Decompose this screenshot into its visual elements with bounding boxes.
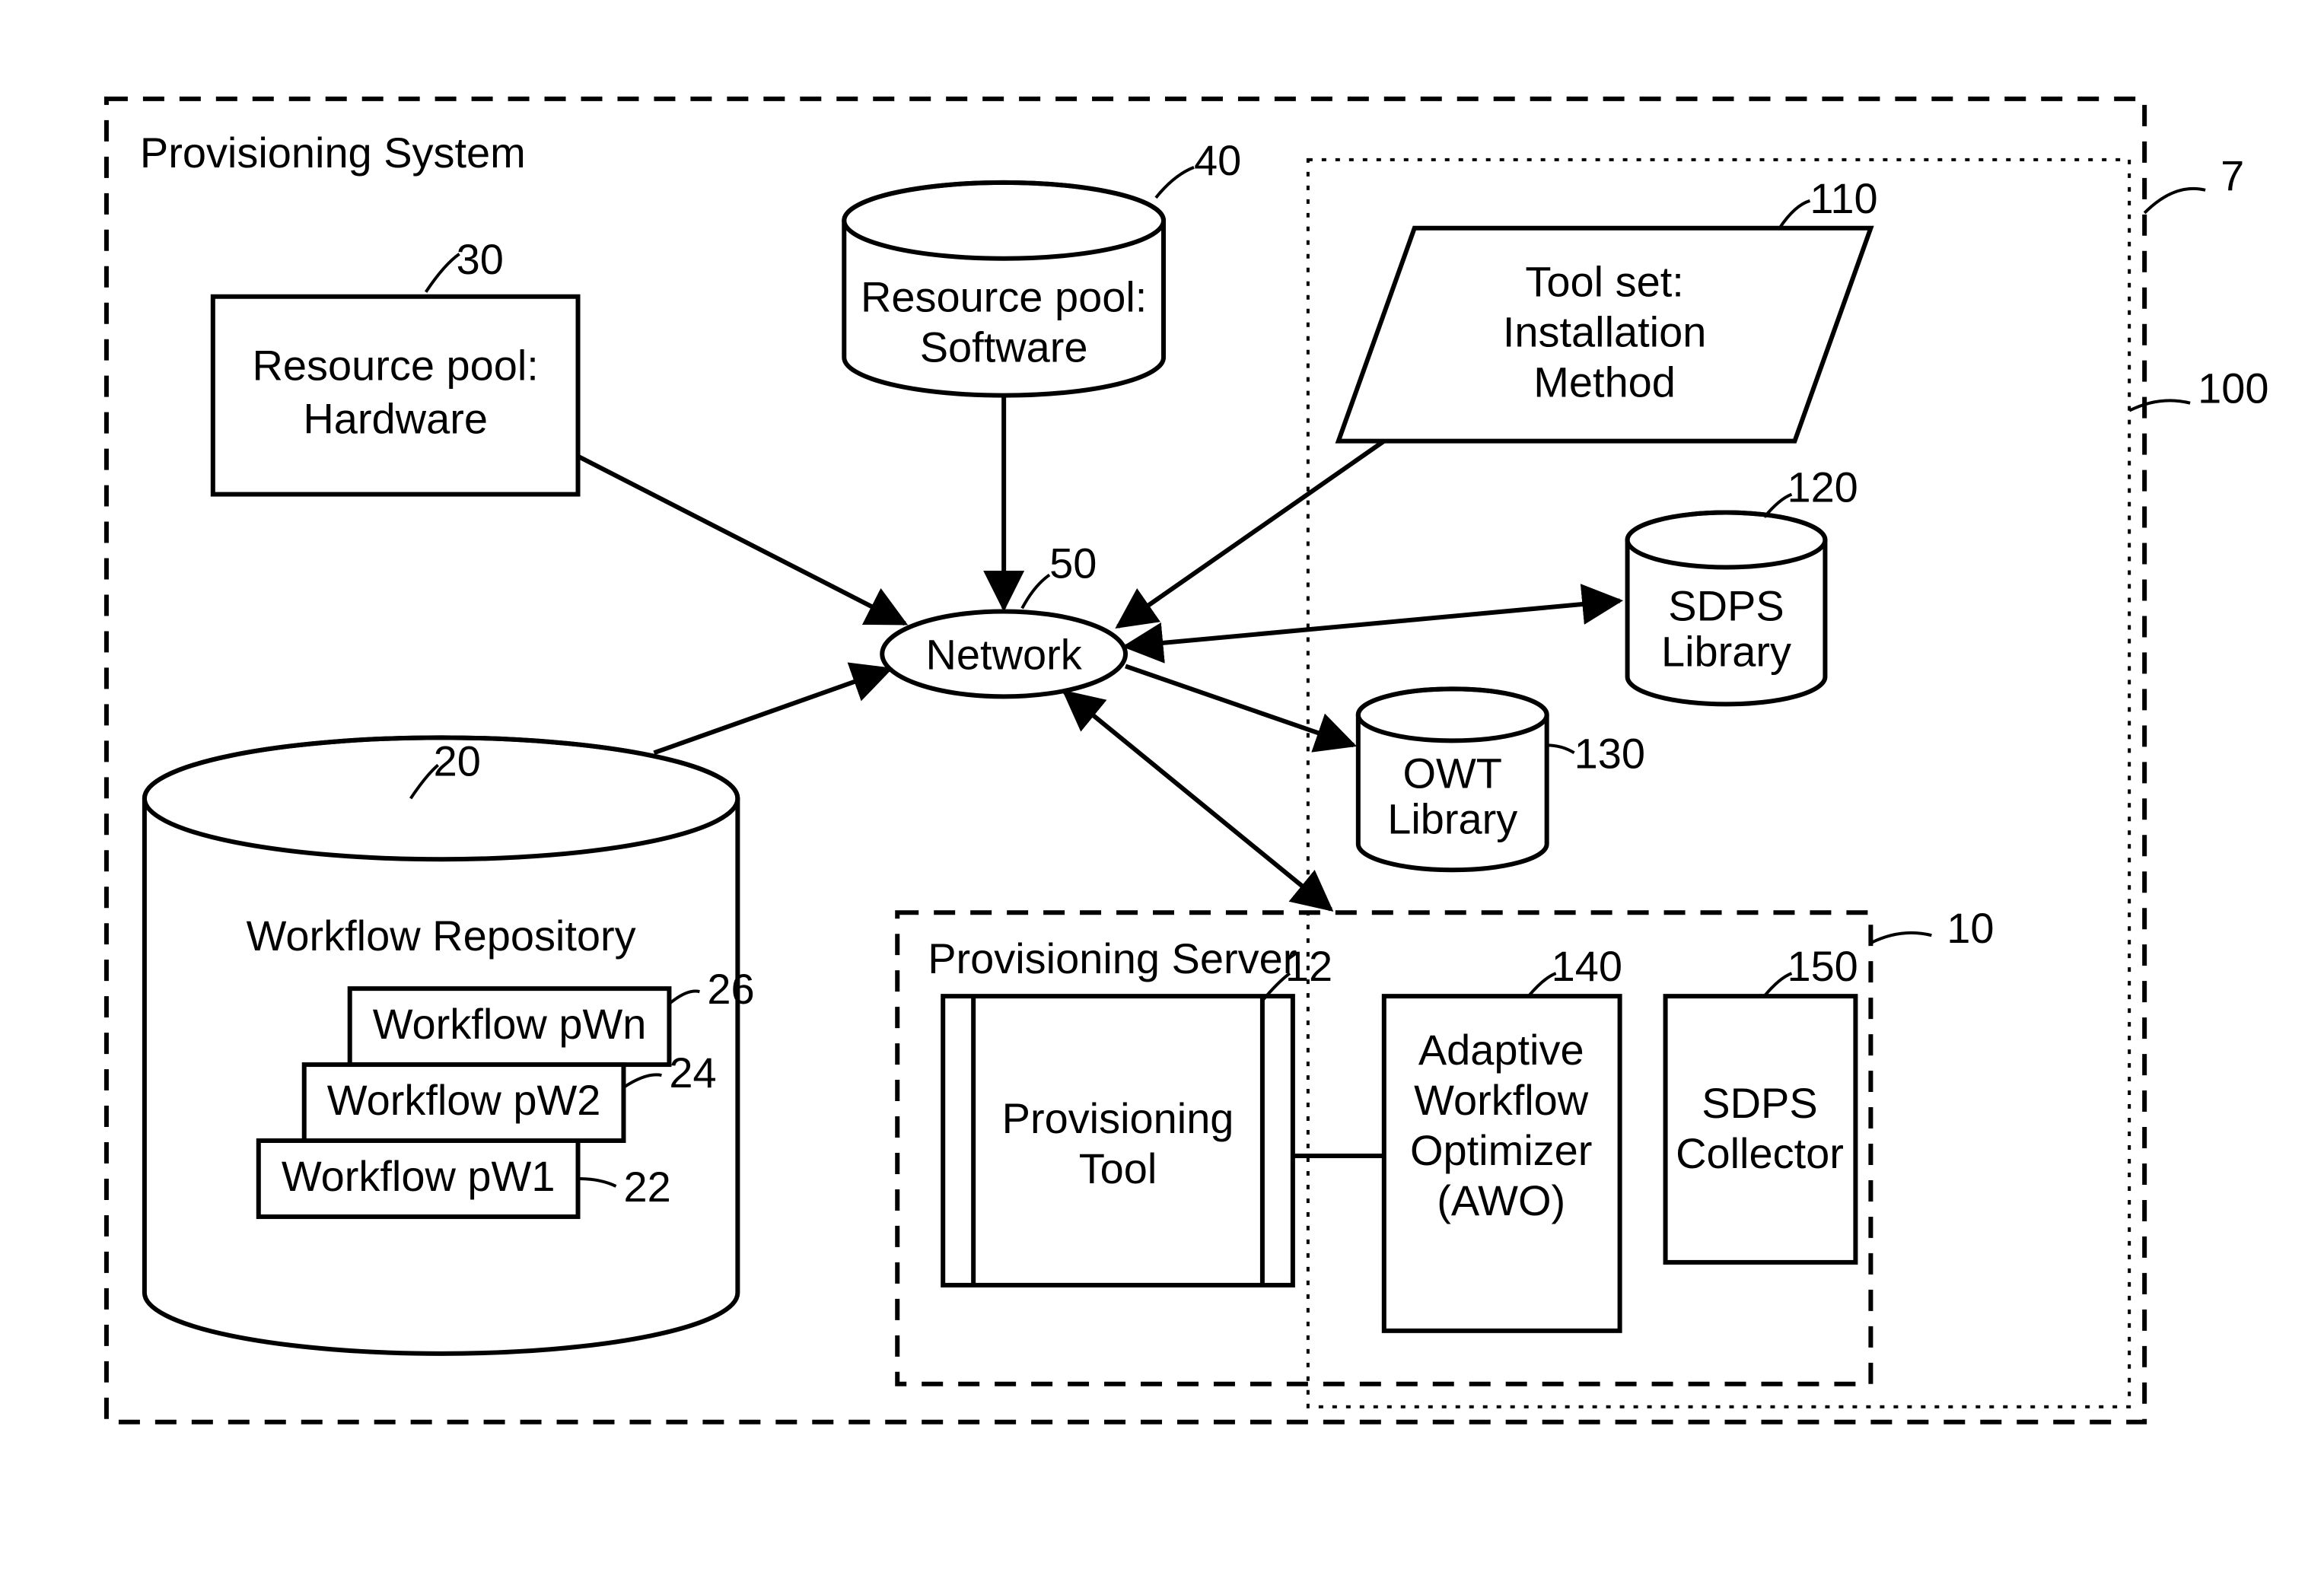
software-ref-leader	[1156, 167, 1194, 198]
system-ref: 7	[2221, 151, 2244, 199]
sdps-ref: 120	[1787, 463, 1858, 511]
hardware-ref-leader	[426, 254, 460, 292]
server-ref: 10	[1947, 904, 1994, 952]
arrow-toolset-network	[1118, 441, 1384, 627]
tool-line1: Provisioning	[1002, 1094, 1234, 1142]
network-ref-leader	[1022, 575, 1049, 609]
coll-line2: Collector	[1676, 1129, 1844, 1177]
network-ref: 50	[1049, 539, 1097, 587]
repo-title: Workflow Repository	[247, 912, 636, 960]
subset-ref-leader	[2129, 400, 2190, 410]
arrow-network-sdps	[1125, 600, 1620, 646]
network-label: Network	[926, 630, 1083, 678]
toolset-line1: Tool set:	[1525, 258, 1683, 306]
repo-ref: 20	[434, 737, 481, 785]
workflow-w2-label: Workflow pW2	[327, 1076, 601, 1124]
workflow-w2-ref: 24	[669, 1049, 716, 1097]
arrow-network-owt	[1125, 666, 1354, 745]
software-line2: Software	[920, 323, 1088, 371]
diagram-root: Provisioning System 7 100 Resource pool:…	[0, 0, 2324, 1582]
software-line1: Resource pool:	[861, 273, 1147, 321]
sdps-line1: SDPS	[1668, 581, 1784, 629]
awo-line2: Workflow	[1414, 1076, 1589, 1124]
hardware-ref: 30	[457, 235, 504, 283]
tool-line2: Tool	[1079, 1144, 1157, 1192]
sdps-line2: Library	[1661, 627, 1791, 675]
provisioning-system-title: Provisioning System	[140, 129, 526, 177]
arrow-repo-network	[654, 669, 890, 753]
coll-ref: 150	[1787, 942, 1858, 990]
software-ref: 40	[1194, 136, 1241, 184]
server-ref-leader	[1870, 933, 1931, 943]
hardware-line2: Hardware	[303, 395, 488, 443]
hardware-line1: Resource pool:	[252, 342, 538, 390]
toolset-ref: 110	[1810, 174, 1877, 222]
awo-line1: Adaptive	[1418, 1026, 1584, 1074]
tool-ref: 12	[1285, 942, 1332, 990]
toolset-ref-leader	[1779, 201, 1810, 228]
owt-line1: OWT	[1402, 749, 1502, 797]
awo-line4: (AWO)	[1437, 1176, 1565, 1224]
workflow-w1-label: Workflow pW1	[282, 1152, 556, 1200]
system-ref-leader	[2144, 189, 2205, 213]
owt-ref-leader	[1547, 745, 1574, 753]
toolset-line2: Installation	[1503, 308, 1707, 356]
owt-line2: Library	[1387, 794, 1517, 842]
arrow-hardware-network	[578, 457, 906, 624]
workflow-wn-ref: 26	[707, 965, 754, 1013]
workflow-wn-label: Workflow pWn	[373, 1000, 647, 1048]
awo-line3: Optimizer	[1410, 1126, 1592, 1174]
workflow-w1-ref: 22	[623, 1163, 670, 1211]
coll-line1: SDPS	[1702, 1079, 1817, 1127]
owt-ref: 130	[1574, 729, 1645, 777]
toolset-line3: Method	[1533, 358, 1676, 406]
server-title: Provisioning Server	[928, 934, 1297, 982]
subset-ref: 100	[2198, 364, 2268, 412]
awo-ref: 140	[1552, 942, 1622, 990]
